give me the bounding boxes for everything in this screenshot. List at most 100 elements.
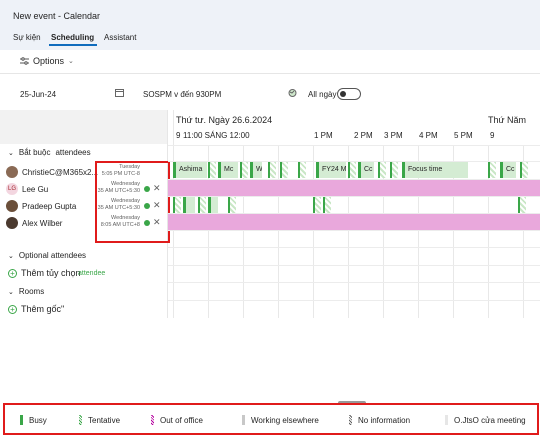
- hour-label: 3 PM: [384, 131, 403, 140]
- attendee-row[interactable]: Pradeep Gupta: [6, 200, 76, 212]
- add-room-label: Thêm gốc": [21, 304, 65, 314]
- hour-label: 2 PM: [354, 131, 373, 140]
- chevron-down-icon: ⌄: [68, 58, 74, 65]
- add-room-button[interactable]: + Thêm gốc": [8, 304, 64, 314]
- busy-swatch-icon: [20, 415, 23, 425]
- busy-event[interactable]: Cc: [500, 162, 516, 178]
- working-elsewhere-swatch-icon: [242, 415, 245, 425]
- tentative-event[interactable]: [228, 197, 236, 213]
- tentative-event[interactable]: [268, 162, 276, 178]
- tentative-event[interactable]: [518, 197, 526, 213]
- avatar: [6, 200, 18, 212]
- tentative-event[interactable]: [198, 197, 206, 213]
- rooms-section-header[interactable]: ⌄ Rooms: [8, 287, 44, 296]
- rooms-label: Rooms: [18, 287, 45, 296]
- calendar-icon[interactable]: [115, 88, 124, 97]
- hour-label: 5 PM: [454, 131, 473, 140]
- chevron-down-icon: ⌄: [8, 149, 14, 157]
- chevron-down-icon: ⌄: [8, 252, 14, 260]
- legend-no-information: No information: [349, 415, 410, 425]
- legend-out-of-office: Out of office: [151, 415, 203, 425]
- attendee-name: Alex Wilber: [22, 218, 63, 228]
- busy-event[interactable]: Ashima: [173, 162, 207, 178]
- out-of-office-block[interactable]: [168, 180, 540, 196]
- attendee-row[interactable]: ChristieC@M365x2...: [6, 166, 98, 178]
- legend: Busy Tentative Out of office Working els…: [3, 403, 539, 435]
- tentative-event[interactable]: [313, 197, 321, 213]
- out-of-office-swatch-icon: [151, 415, 154, 425]
- tab-bar: Sự kiện Scheduling Assistant: [0, 28, 540, 50]
- day2-header: Thứ Năm: [488, 115, 527, 125]
- hour-label: 11:00 SÁNG 12:00: [183, 131, 250, 140]
- time-range-field[interactable]: SOSPM v đến 930PM: [143, 90, 221, 99]
- out-of-office-block[interactable]: [168, 214, 540, 230]
- tentative-event[interactable]: [348, 162, 356, 178]
- options-button[interactable]: Options ⌄: [20, 56, 74, 66]
- tab-event[interactable]: Sự kiện: [13, 33, 41, 42]
- attendee-name: ChristieC@M365x2...: [22, 167, 99, 177]
- attendee-name: Lee Gu: [22, 184, 49, 194]
- toolbar: Options ⌄: [0, 50, 540, 74]
- legend-working-elsewhere: Working elsewhere: [242, 415, 319, 425]
- day1-header: Thứ tư. Ngày 26.6.2024: [176, 115, 273, 125]
- busy-event[interactable]: [183, 197, 195, 213]
- busy-event[interactable]: Focus time: [402, 162, 468, 178]
- required-section-header[interactable]: ⌄ Bắt buộc attendees: [8, 148, 91, 157]
- legend-busy: Busy: [20, 415, 47, 425]
- avatar: [6, 217, 18, 229]
- window-title: New event - Calendar: [13, 11, 101, 21]
- tentative-event[interactable]: [488, 162, 496, 178]
- timezone-globe-icon[interactable]: [288, 88, 297, 98]
- tentative-event[interactable]: [390, 162, 398, 178]
- legend-tentative: Tentative: [79, 415, 120, 425]
- date-time-bar: 25-Jun-24 SOSPM v đến 930PM All ngày: [0, 80, 540, 110]
- busy-event[interactable]: [208, 197, 218, 213]
- tab-scheduling[interactable]: Scheduling: [51, 33, 94, 42]
- plus-icon: +: [8, 304, 17, 314]
- tentative-event[interactable]: [280, 162, 288, 178]
- required-suffix: attendees: [55, 148, 91, 157]
- all-day-label: All ngày: [308, 90, 337, 99]
- timezone-highlight-box: [95, 161, 170, 243]
- tentative-swatch-icon: [79, 415, 82, 425]
- optional-section-header[interactable]: ⌄ Optional attendees: [8, 251, 86, 260]
- add-optional-overlay: attendee: [78, 270, 106, 277]
- hour-label: 4 PM: [419, 131, 438, 140]
- scheduling-grid: Thứ tư. Ngày 26.6.2024 Thứ Năm 9 11:00 S…: [168, 110, 540, 318]
- hour-label: 1 PM: [314, 131, 333, 140]
- plus-icon: +: [8, 268, 17, 278]
- busy-event[interactable]: Mc: [218, 162, 238, 178]
- add-optional-attendee-button[interactable]: + Thêm tủy chọn: [8, 268, 81, 278]
- attendee-row[interactable]: Alex Wilber: [6, 217, 62, 229]
- tentative-event[interactable]: [378, 162, 386, 178]
- all-day-toggle[interactable]: [337, 88, 361, 100]
- tab-assistant[interactable]: Assistant: [104, 33, 136, 42]
- attendee-row[interactable]: LG Lee Gu: [6, 183, 48, 195]
- attendee-name: Pradeep Gupta: [22, 201, 77, 211]
- add-optional-label: Thêm tủy chọn: [21, 268, 81, 278]
- no-information-swatch-icon: [349, 415, 352, 425]
- avatar: [6, 166, 18, 178]
- tentative-event[interactable]: [240, 162, 248, 178]
- window-title-bar: New event - Calendar: [0, 0, 540, 28]
- tentative-event[interactable]: [520, 162, 528, 178]
- tentative-event[interactable]: [298, 162, 306, 178]
- outside-meeting-swatch-icon: [445, 415, 448, 425]
- hour-label: 9: [176, 131, 181, 140]
- active-tab-indicator: [49, 44, 97, 46]
- tentative-event[interactable]: [323, 197, 331, 213]
- options-label: Options: [33, 56, 65, 66]
- busy-event[interactable]: Cc: [358, 162, 374, 178]
- required-label: Bắt buộc: [18, 148, 51, 157]
- legend-outside-meeting: O.JtsO cửa meeting: [445, 415, 526, 425]
- busy-event[interactable]: W: [250, 162, 262, 178]
- tentative-event[interactable]: [173, 197, 181, 213]
- busy-event[interactable]: FY24 M: [316, 162, 346, 178]
- optional-label: Optional attendees: [18, 251, 87, 260]
- avatar: LG: [6, 183, 18, 195]
- options-icon: [20, 56, 29, 65]
- hour-label: 9: [490, 131, 495, 140]
- tentative-event[interactable]: [208, 162, 216, 178]
- scheduling-page: New event - Calendar Sự kiện Scheduling …: [0, 0, 540, 438]
- start-date-field[interactable]: 25-Jun-24: [20, 90, 56, 99]
